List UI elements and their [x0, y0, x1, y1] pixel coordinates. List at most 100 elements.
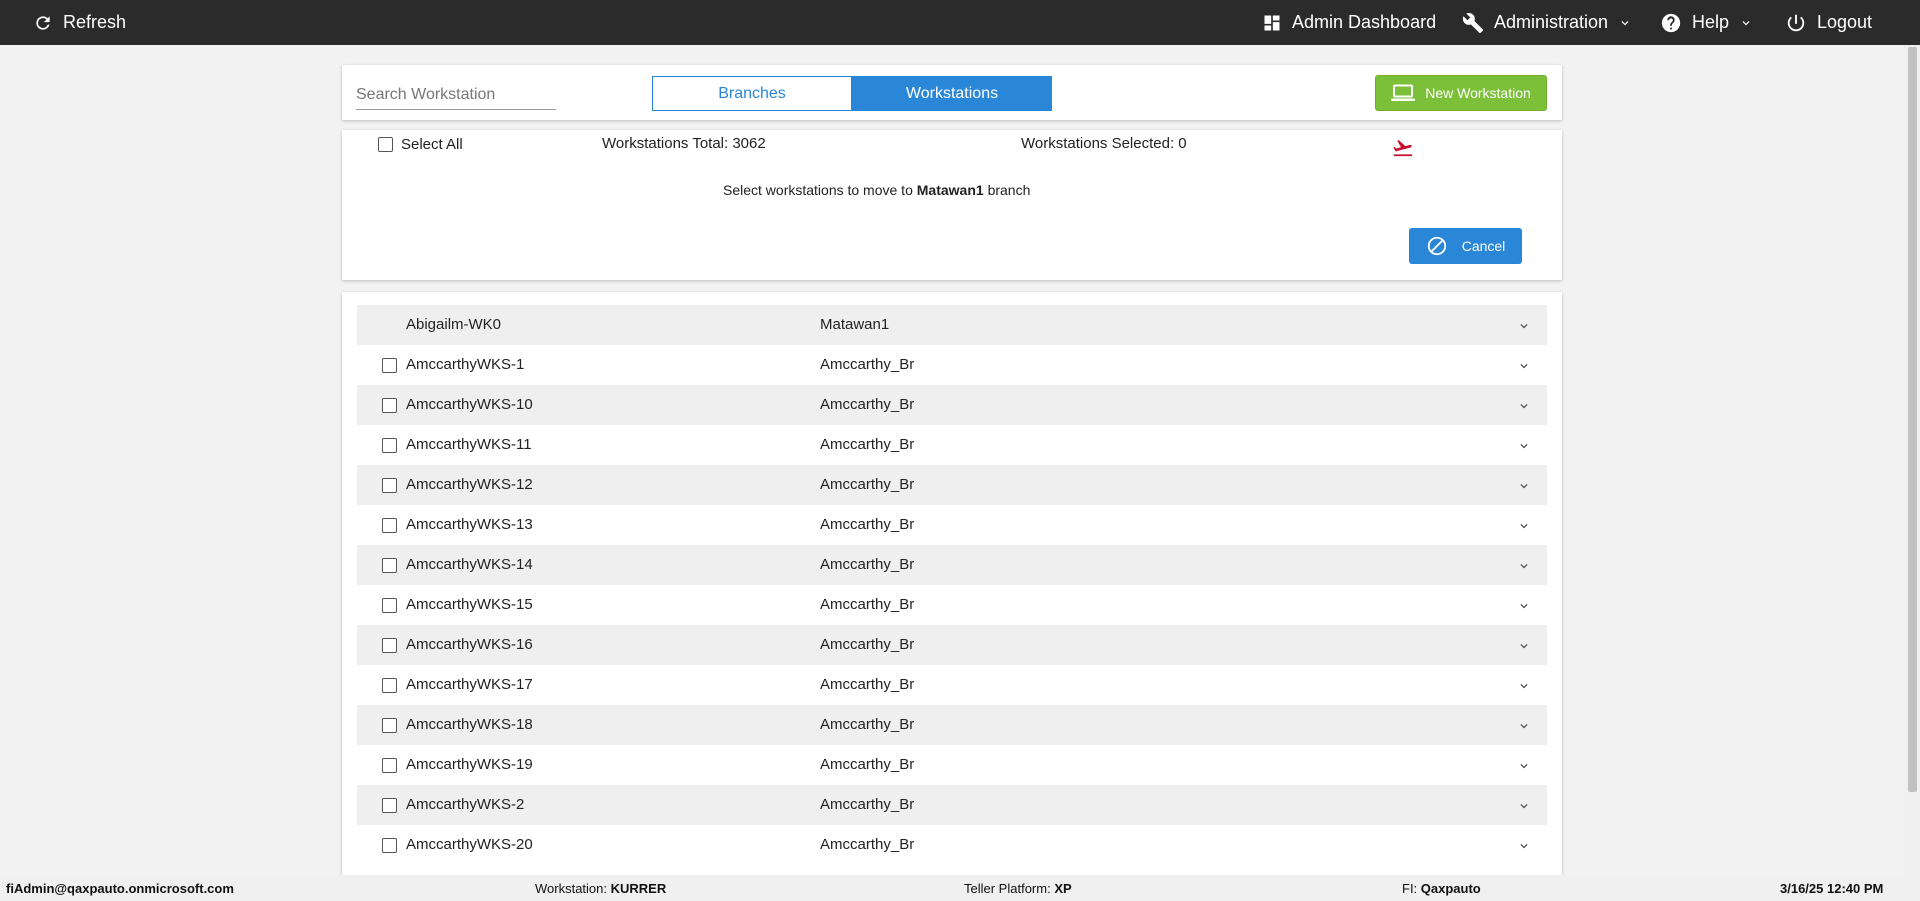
help-icon — [1661, 13, 1681, 32]
workstation-name: AmccarthyWKS-13 — [406, 516, 533, 533]
chevron-down-icon — [1621, 20, 1629, 25]
expand-chevron-icon[interactable] — [1517, 559, 1531, 578]
new-workstation-label: New Workstation — [1425, 85, 1531, 101]
table-row[interactable]: AmccarthyWKS-10 Amccarthy_Br — [357, 385, 1547, 425]
table-row[interactable]: AmccarthyWKS-17 Amccarthy_Br — [357, 665, 1547, 705]
table-row[interactable]: AmccarthyWKS-1 Amccarthy_Br — [357, 345, 1547, 385]
row-checkbox[interactable] — [382, 558, 397, 573]
move-instruction: Select workstations to move to Matawan1 … — [723, 182, 1030, 198]
expand-chevron-icon[interactable] — [1517, 639, 1531, 658]
expand-chevron-icon[interactable] — [1517, 519, 1531, 538]
table-row[interactable]: AmccarthyWKS-16 Amccarthy_Br — [357, 625, 1547, 665]
workstation-name: Abigailm-WK0 — [406, 316, 502, 333]
workstation-branch: Amccarthy_Br — [820, 556, 915, 573]
row-checkbox[interactable] — [382, 638, 397, 653]
table-row[interactable]: AmccarthyWKS-12 Amccarthy_Br — [357, 465, 1547, 505]
table-row[interactable]: AmccarthyWKS-11 Amccarthy_Br — [357, 425, 1547, 465]
airplane-departure-icon[interactable] — [1392, 138, 1414, 158]
workstation-branch: Amccarthy_Br — [820, 476, 915, 493]
tab-branches-label: Branches — [718, 84, 786, 102]
row-checkbox[interactable] — [382, 758, 397, 773]
new-workstation-button[interactable]: New Workstation — [1375, 75, 1547, 111]
expand-chevron-icon[interactable] — [1517, 799, 1531, 818]
cancel-circle-icon — [1427, 236, 1446, 256]
table-row[interactable]: AmccarthyWKS-20 Amccarthy_Br — [357, 825, 1547, 865]
row-checkbox[interactable] — [382, 438, 397, 453]
tab-workstations[interactable]: Workstations — [852, 76, 1052, 111]
row-checkbox[interactable] — [382, 358, 397, 373]
row-checkbox[interactable] — [382, 798, 397, 813]
select-all-label: Select All — [401, 136, 463, 153]
workstation-branch: Amccarthy_Br — [820, 516, 915, 533]
status-platform-value: XP — [1054, 881, 1072, 896]
row-checkbox[interactable] — [382, 838, 397, 853]
status-fi-label: FI: — [1402, 881, 1421, 896]
wrench-icon — [1462, 12, 1484, 33]
expand-chevron-icon[interactable] — [1517, 479, 1531, 498]
expand-chevron-icon[interactable] — [1517, 759, 1531, 778]
help-label: Help — [1692, 12, 1730, 32]
refresh-label: Refresh — [63, 12, 127, 32]
move-target-branch: Matawan1 — [916, 182, 984, 198]
cancel-label: Cancel — [1461, 238, 1506, 254]
expand-chevron-icon[interactable] — [1517, 839, 1531, 858]
move-instruction-suffix: branch — [983, 182, 1031, 198]
expand-chevron-icon[interactable] — [1517, 399, 1531, 418]
workstation-branch: Amccarthy_Br — [820, 836, 915, 853]
expand-chevron-icon[interactable] — [1517, 719, 1531, 738]
table-row[interactable]: AmccarthyWKS-2 Amccarthy_Br — [357, 785, 1547, 825]
table-row[interactable]: AmccarthyWKS-18 Amccarthy_Br — [357, 705, 1547, 745]
scrollbar-thumb[interactable] — [1908, 47, 1917, 792]
workstation-branch: Amccarthy_Br — [820, 676, 915, 693]
row-checkbox[interactable] — [382, 718, 397, 733]
row-checkbox[interactable] — [382, 398, 397, 413]
status-workstation: Workstation: KURRER — [535, 881, 666, 896]
status-platform: Teller Platform: XP — [964, 881, 1072, 896]
expand-chevron-icon[interactable] — [1517, 439, 1531, 458]
logout-label: Logout — [1817, 12, 1873, 32]
workstation-name: AmccarthyWKS-12 — [406, 476, 533, 493]
row-checkbox[interactable] — [382, 478, 397, 493]
workstation-branch: Amccarthy_Br — [820, 596, 915, 613]
help-menu[interactable]: Help — [1660, 0, 1753, 45]
row-checkbox[interactable] — [382, 598, 397, 613]
workstation-name: AmccarthyWKS-2 — [406, 796, 525, 813]
row-checkbox[interactable] — [382, 518, 397, 533]
table-row[interactable]: AmccarthyWKS-14 Amccarthy_Br — [357, 545, 1547, 585]
logout-button[interactable]: Logout — [1785, 0, 1872, 45]
workstation-name: AmccarthyWKS-18 — [406, 716, 533, 733]
status-workstation-label: Workstation: — [535, 881, 611, 896]
status-datetime: 3/16/25 12:40 PM — [1780, 881, 1884, 896]
workstation-name: AmccarthyWKS-15 — [406, 596, 533, 613]
table-row[interactable]: AmccarthyWKS-19 Amccarthy_Br — [357, 745, 1547, 785]
table-row[interactable]: Abigailm-WK0 Matawan1 — [357, 305, 1547, 345]
workstation-branch: Amccarthy_Br — [820, 756, 915, 773]
move-instruction-prefix: Select workstations to move to — [723, 182, 917, 198]
refresh-button[interactable]: Refresh — [33, 0, 126, 45]
status-workstation-value: KURRER — [610, 881, 667, 896]
top-nav-bar: Refresh Admin Dashboard Administration H… — [0, 0, 1920, 45]
expand-chevron-icon[interactable] — [1517, 599, 1531, 618]
workstation-branch: Amccarthy_Br — [820, 636, 915, 653]
expand-chevron-icon[interactable] — [1517, 359, 1531, 378]
expand-chevron-icon[interactable] — [1517, 679, 1531, 698]
status-bar: fiAdmin@qaxpauto.onmicrosoft.com Worksta… — [0, 875, 1920, 901]
search-workstation-input[interactable] — [356, 80, 556, 110]
admin-dashboard-label: Admin Dashboard — [1292, 12, 1437, 32]
select-all-checkbox[interactable] — [378, 137, 393, 152]
expand-chevron-icon[interactable] — [1517, 319, 1531, 338]
power-icon — [1787, 14, 1805, 31]
table-row[interactable]: AmccarthyWKS-15 Amccarthy_Br — [357, 585, 1547, 625]
selection-panel — [342, 130, 1562, 280]
row-checkbox[interactable] — [382, 678, 397, 693]
chevron-down-icon — [1742, 20, 1750, 25]
administration-menu[interactable]: Administration — [1462, 0, 1632, 45]
table-row[interactable]: AmccarthyWKS-13 Amccarthy_Br — [357, 505, 1547, 545]
cancel-button[interactable]: Cancel — [1409, 228, 1522, 264]
tab-branches[interactable]: Branches — [652, 76, 852, 111]
admin-dashboard-link[interactable]: Admin Dashboard — [1262, 0, 1436, 45]
laptop-icon — [1391, 84, 1416, 101]
workstation-name: AmccarthyWKS-17 — [406, 676, 533, 693]
workstation-branch: Amccarthy_Br — [820, 356, 915, 373]
vertical-scrollbar[interactable] — [1904, 45, 1920, 875]
